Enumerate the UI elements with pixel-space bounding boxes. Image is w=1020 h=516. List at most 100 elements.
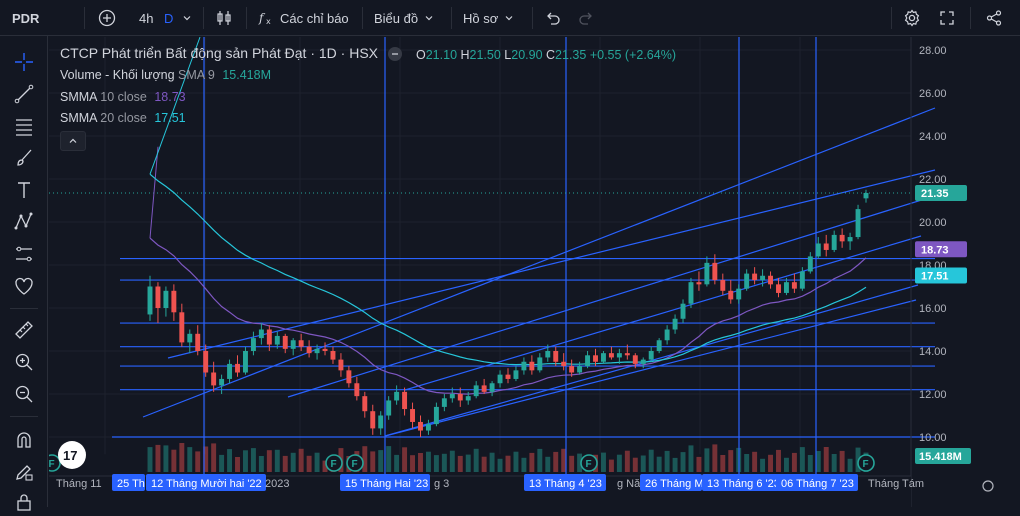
candle-body [362, 396, 368, 412]
volume-bar [250, 448, 256, 472]
candle-body [672, 318, 678, 330]
candles-icon [215, 9, 233, 27]
volume-value: 15.418M [222, 68, 271, 82]
volume-bar [608, 459, 614, 472]
undo-button[interactable] [545, 0, 561, 36]
candle-body [465, 396, 471, 401]
text-tool[interactable] [8, 176, 40, 204]
add-symbol-button[interactable] [98, 0, 116, 36]
smma10-legend[interactable]: SMMA 10 close 18.73 [60, 90, 186, 104]
candle-body [187, 333, 193, 343]
volume-legend[interactable]: Volume - Khối lượng SMA 9 15.418M [60, 68, 271, 82]
fullscreen-icon [939, 10, 955, 26]
pattern-tool[interactable] [8, 208, 40, 236]
price-chart[interactable]: F F F F F17 28.0026.0024.0022.0020.0018.0016… [49, 37, 1020, 507]
forecast-tool[interactable] [8, 240, 40, 268]
candle-body [601, 353, 606, 362]
smma20-legend[interactable]: SMMA 20 close 17.51 [60, 111, 186, 125]
price-badge-label: 18.73 [921, 244, 949, 256]
share-button[interactable] [985, 0, 1003, 36]
favorites-tool[interactable] [8, 272, 40, 300]
chart-style-button[interactable] [215, 0, 233, 36]
lock-drawings-tool[interactable] [8, 458, 40, 486]
candle-body [290, 340, 296, 349]
svg-text:x: x [266, 17, 271, 26]
trend-line-tool[interactable] [8, 80, 40, 108]
y-tick-label: 14.00 [919, 346, 947, 358]
zoom-out-icon [13, 383, 35, 405]
magnet-tool[interactable] [8, 426, 40, 454]
toolbar-divider [362, 7, 363, 29]
candle-body [831, 234, 837, 250]
candle-body [227, 363, 233, 379]
interval-dropdown[interactable] [182, 0, 192, 36]
candle-body [457, 394, 463, 401]
volume-bar [720, 455, 726, 472]
candle-body [473, 385, 479, 397]
candle-body [561, 361, 567, 367]
top-toolbar: PDR 4h D fx Các chỉ báo Biểu đồ Hồ sơ [0, 0, 1020, 36]
ruler-tool[interactable] [8, 316, 40, 344]
volume-bar [235, 457, 240, 472]
y-tick-label: 28.00 [919, 45, 947, 57]
volume-bar [195, 451, 201, 472]
crosshair-tool[interactable] [8, 48, 40, 76]
volume-bar [219, 454, 225, 472]
volume-bar [847, 458, 853, 472]
candle-body [250, 338, 256, 351]
gear-icon [903, 9, 921, 27]
settings-button[interactable] [903, 0, 921, 36]
dividend-flag-label: F [331, 459, 337, 470]
remove-drawings-tool[interactable] [8, 488, 40, 516]
volume-bar [616, 454, 622, 472]
fullscreen-button[interactable] [939, 0, 955, 36]
candle-body [760, 275, 766, 281]
volume-bar [179, 443, 185, 472]
toolbar-divider [246, 7, 247, 29]
candle-body [839, 234, 845, 242]
drawing-toolbar [0, 36, 48, 511]
candle-body [847, 237, 853, 242]
redo-icon [578, 10, 594, 26]
candle-body [807, 256, 813, 272]
time-axis[interactable]: Tháng 11 25 Th 12 Tháng Mười hai '22 2023 15… [49, 474, 994, 507]
volume-bar [386, 446, 392, 472]
volume-bar [378, 450, 384, 472]
smma10-label: SMMA [60, 90, 97, 104]
volume-bar [163, 445, 169, 472]
candle-body [425, 424, 431, 431]
brush-icon [13, 147, 35, 169]
symbol-button[interactable]: PDR [12, 0, 39, 36]
indicators-button[interactable]: fx Các chỉ báo [258, 0, 349, 36]
volume-label: Volume - Khối lượng [60, 68, 175, 82]
brush-tool[interactable] [8, 144, 40, 172]
zoom-out-tool[interactable] [8, 380, 40, 408]
candle-body [322, 348, 328, 351]
y-tick-label: 24.00 [919, 131, 947, 143]
candle-body [521, 361, 527, 371]
high-label: H [460, 48, 470, 62]
volume-bar [807, 455, 813, 472]
volume-bar [171, 449, 177, 472]
volume-bar [243, 450, 248, 472]
chart-menu-button[interactable]: Biểu đồ [374, 0, 434, 36]
candle-body [171, 290, 177, 313]
market-status-icon[interactable] [388, 47, 402, 61]
close-label: C [546, 48, 556, 62]
volume-bar [227, 449, 233, 472]
candle-body [537, 357, 543, 371]
volume-bar [688, 445, 694, 472]
candle-body [768, 275, 773, 285]
candle-body [274, 335, 280, 345]
interval-d-button[interactable]: D [164, 0, 173, 36]
legend-collapse-button[interactable] [60, 131, 86, 151]
interval-4h-button[interactable]: 4h [139, 0, 153, 36]
fib-tool[interactable] [8, 112, 40, 140]
profile-menu-button[interactable]: Hồ sơ [463, 0, 514, 36]
redo-button[interactable] [578, 0, 594, 36]
candle-body [155, 286, 161, 308]
candle-body [410, 409, 415, 422]
candle-body [664, 329, 670, 341]
zoom-in-tool[interactable] [8, 348, 40, 376]
candle-body [314, 348, 320, 354]
